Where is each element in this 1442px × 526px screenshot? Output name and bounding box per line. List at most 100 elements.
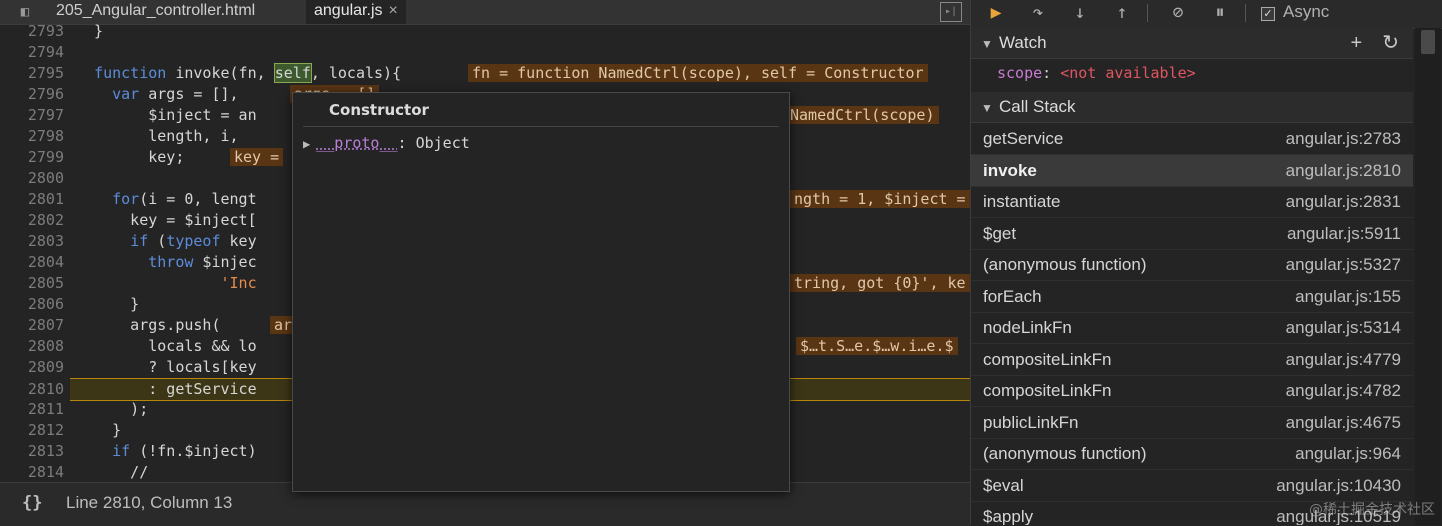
line-number[interactable]: 2800 [0, 168, 64, 189]
frame-location-link[interactable]: angular.js:4782 [1286, 375, 1401, 406]
call-frame[interactable]: $get angular.js:5911 [971, 218, 1413, 250]
call-frame[interactable]: $eval angular.js:10430 [971, 470, 1413, 502]
frame-location-link[interactable]: angular.js:2783 [1286, 123, 1401, 154]
line-number[interactable]: 2802 [0, 210, 64, 231]
code-text: if (!fn.$inject) [112, 442, 257, 460]
line-number[interactable]: 2797 [0, 105, 64, 126]
line-number[interactable]: 2795 [0, 63, 64, 84]
line-number[interactable]: 2813 [0, 441, 64, 462]
code-text: } [76, 295, 140, 313]
line-number[interactable]: 2810 [0, 379, 64, 400]
watch-section-header[interactable]: ▼ Watch + ↻ [971, 28, 1413, 59]
line-number[interactable]: 2796 [0, 84, 64, 105]
line-number[interactable]: 2808 [0, 336, 64, 357]
frame-location-link[interactable]: angular.js:10430 [1276, 470, 1401, 501]
line-number[interactable]: 2799 [0, 147, 64, 168]
call-frame[interactable]: (anonymous function) angular.js:964 [971, 438, 1413, 470]
frame-function-name: (anonymous function) [983, 444, 1147, 463]
close-icon[interactable]: × [389, 2, 398, 19]
line-number[interactable]: 2804 [0, 252, 64, 273]
pretty-print-button[interactable]: {} [22, 493, 42, 513]
watch-title: Watch [999, 33, 1047, 52]
frame-location-link[interactable]: angular.js:155 [1295, 281, 1401, 312]
call-frame[interactable]: compositeLinkFn angular.js:4779 [971, 344, 1413, 376]
callstack-section-header[interactable]: ▼ Call Stack [971, 92, 1413, 123]
step-into-icon[interactable]: ↓ [1067, 2, 1093, 24]
line-number[interactable]: 2814 [0, 462, 64, 482]
watch-expression[interactable]: scope: <not available> [997, 64, 1196, 82]
frame-function-name: (anonymous function) [983, 255, 1147, 274]
code-text: } [76, 421, 122, 439]
line-number[interactable]: 2793 [0, 24, 64, 42]
frame-location-link[interactable]: angular.js:5911 [1287, 218, 1401, 249]
code-line[interactable]: 2793 } [0, 24, 970, 42]
frame-location-link[interactable]: angular.js:964 [1295, 438, 1401, 469]
property-key: __proto__ [316, 134, 398, 152]
frame-location-link[interactable]: angular.js:4675 [1286, 407, 1401, 438]
line-number[interactable]: 2803 [0, 231, 64, 252]
frame-function-name: getService [983, 129, 1064, 148]
async-toggle[interactable]: ✓ Async [1261, 1, 1329, 23]
deactivate-breakpoints-icon[interactable]: ⊘ [1165, 2, 1191, 24]
add-watch-icon[interactable]: + [1351, 32, 1363, 54]
line-number[interactable]: 2809 [0, 357, 64, 378]
line-number[interactable]: 2812 [0, 420, 64, 441]
tab-label: angular.js [314, 2, 383, 19]
line-number[interactable]: 2806 [0, 294, 64, 315]
inline-debug-value: tring, got {0}', ke [790, 273, 970, 294]
expand-triangle-icon[interactable]: ▶ [303, 137, 310, 151]
inline-value-text: ngth = 1, $inject = [790, 190, 970, 208]
call-frame[interactable]: publicLinkFn angular.js:4675 [971, 407, 1413, 439]
watch-separator: : [1042, 64, 1061, 82]
tab-html-file[interactable]: 205_Angular_controller.html [48, 0, 263, 24]
code-text: } [76, 24, 104, 40]
inline-debug-value: fn = function NamedCtrl(scope), self = C… [468, 63, 928, 84]
line-number[interactable]: 2811 [0, 399, 64, 420]
line-number[interactable]: 2807 [0, 315, 64, 336]
frame-location-link[interactable]: angular.js:5327 [1286, 249, 1401, 280]
frame-function-name: $eval [983, 475, 1024, 495]
step-over-icon[interactable]: ↷ [1025, 2, 1051, 24]
call-frame[interactable]: instantiate angular.js:2831 [971, 186, 1413, 218]
line-number[interactable]: 2798 [0, 126, 64, 147]
popover-property-row[interactable]: ▶ __proto__: Object [303, 133, 470, 154]
call-frame[interactable]: (anonymous function) angular.js:5327 [971, 249, 1413, 281]
frame-location-link[interactable]: angular.js:2831 [1286, 186, 1401, 217]
collapse-triangle-icon[interactable]: ▼ [981, 93, 999, 123]
async-checkbox[interactable]: ✓ [1261, 7, 1275, 21]
watch-value: <not available> [1060, 64, 1196, 82]
call-frame[interactable]: forEach angular.js:155 [971, 281, 1413, 313]
frame-location-link[interactable]: angular.js:5314 [1286, 312, 1401, 343]
code-line[interactable]: 2794 [0, 42, 970, 63]
callstack-title: Call Stack [999, 97, 1076, 116]
frame-function-name: $apply [983, 507, 1034, 525]
inline-value-text: $…t.S…e.$…w.i…e.$ [796, 337, 958, 355]
frame-function-name: compositeLinkFn [983, 381, 1112, 400]
call-frame[interactable]: invoke angular.js:2810 [971, 154, 1413, 187]
sidebar-toggle-icon[interactable]: ◧ [14, 2, 36, 22]
inline-debug-value: NamedCtrl(scope) [786, 105, 939, 126]
pause-on-exceptions-icon[interactable]: ⏸ [1207, 2, 1233, 24]
frame-location-link[interactable]: angular.js:4779 [1286, 344, 1401, 375]
line-number[interactable]: 2801 [0, 189, 64, 210]
refresh-icon[interactable]: ↻ [1382, 32, 1399, 54]
call-frame[interactable]: getService angular.js:2783 [971, 123, 1413, 155]
frame-function-name: forEach [983, 286, 1042, 306]
scroll-thumb[interactable] [1421, 30, 1435, 54]
debugger-sidebar: ▶ ↷ ↓ ↑ ⊘ ⏸ ✓ Async ▼ Watch + ↻ scope: <not… [970, 0, 1442, 525]
frame-function-name: publicLinkFn [983, 412, 1079, 432]
line-number[interactable]: 2794 [0, 42, 64, 63]
debugger-toolbar: ▶ ↷ ↓ ↑ ⊘ ⏸ ✓ Async [971, 0, 1442, 29]
call-frame[interactable]: nodeLinkFn angular.js:5314 [971, 312, 1413, 344]
frame-location-link[interactable]: angular.js:2810 [1286, 155, 1401, 186]
collapse-triangle-icon[interactable]: ▼ [981, 29, 999, 59]
panel-toggle-icon[interactable]: ▸| [940, 2, 962, 22]
step-out-icon[interactable]: ↑ [1109, 2, 1135, 24]
hovered-identifier[interactable]: self [273, 63, 312, 83]
sidebar-scrollbar[interactable] [1415, 28, 1441, 525]
tab-angular-js[interactable]: angular.js × [306, 0, 406, 24]
call-frame[interactable]: compositeLinkFn angular.js:4782 [971, 375, 1413, 407]
line-number[interactable]: 2805 [0, 273, 64, 294]
resume-icon[interactable]: ▶ [983, 2, 1009, 24]
inline-value-text: fn = function NamedCtrl(scope), self = C… [468, 64, 928, 82]
